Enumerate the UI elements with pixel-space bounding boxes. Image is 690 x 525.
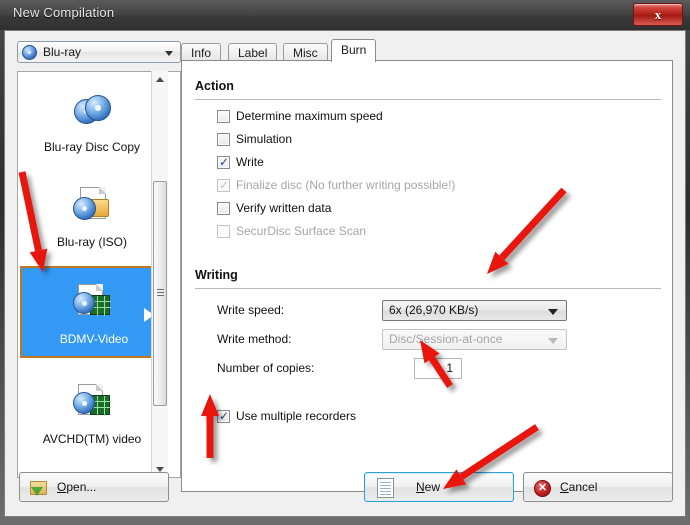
- list-item-label: Blu-ray (ISO): [56, 235, 127, 249]
- open-button-label: Open...: [57, 480, 97, 494]
- check-icon: ✓: [219, 178, 230, 192]
- cancel-button[interactable]: Cancel: [523, 472, 673, 502]
- checkbox-label: Verify written data: [236, 201, 332, 215]
- disc-folder-icon: [72, 185, 112, 225]
- write-speed-label: Write speed:: [217, 303, 285, 317]
- tab-burn[interactable]: Burn: [331, 39, 377, 62]
- write-speed-value: 6x (26,970 KB/s): [389, 303, 479, 317]
- category-combobox[interactable]: Blu-ray: [17, 41, 181, 63]
- number-of-copies-input[interactable]: 1: [414, 358, 462, 379]
- checkbox-box: ✓: [217, 179, 230, 192]
- disc-icon: [22, 45, 37, 60]
- window: New Compilation x Blu-ray Blu-ray Disc C…: [0, 0, 690, 525]
- checkbox-label: Simulation: [236, 132, 293, 146]
- checkbox-box[interactable]: ✓: [217, 410, 230, 423]
- check-icon: ✓: [219, 155, 230, 169]
- list-item-label: Blu-ray Disc Copy: [43, 140, 141, 154]
- number-of-copies-label: Number of copies:: [217, 361, 315, 375]
- burn-tab-panel: Action Determine maximum speed Simulatio…: [181, 60, 673, 492]
- field-write-method: Write method: Disc/Session-at-once: [217, 329, 647, 350]
- checkbox-box[interactable]: [217, 133, 230, 146]
- new-document-icon: [377, 478, 394, 498]
- tab-info[interactable]: Info: [181, 43, 222, 61]
- checkbox-box: [217, 225, 230, 238]
- write-speed-combobox[interactable]: 6x (26,970 KB/s): [382, 300, 567, 321]
- action-group-title: Action: [195, 79, 234, 93]
- scroll-up-icon[interactable]: [152, 71, 168, 88]
- tab-misc[interactable]: Misc: [283, 43, 328, 61]
- field-number-of-copies: Number of copies: 1: [217, 358, 647, 379]
- cancel-button-label: Cancel: [560, 480, 598, 494]
- write-method-combobox: Disc/Session-at-once: [382, 329, 567, 350]
- list-scrollbar[interactable]: [151, 71, 168, 478]
- write-method-value: Disc/Session-at-once: [389, 332, 503, 346]
- title-bar: New Compilation x: [0, 0, 690, 30]
- disc-video-icon: [72, 282, 112, 322]
- open-button[interactable]: Open...: [19, 472, 169, 502]
- open-folder-icon: [30, 479, 49, 496]
- new-button[interactable]: New: [364, 472, 514, 502]
- checkbox-label: Determine maximum speed: [236, 109, 383, 123]
- list-item-bdmv-video[interactable]: BDMV-Video: [20, 266, 164, 358]
- category-value: Blu-ray: [43, 45, 82, 59]
- checkbox-label: SecurDisc Surface Scan: [236, 224, 367, 238]
- new-button-label: New: [416, 480, 441, 494]
- action-group-divider: [195, 99, 661, 100]
- field-write-speed: Write speed: 6x (26,970 KB/s): [217, 300, 647, 321]
- chevron-down-icon: [165, 51, 173, 56]
- scroll-thumb-grip: [157, 288, 164, 298]
- list-item-bluray-iso[interactable]: Blu-ray (ISO): [20, 171, 164, 263]
- chevron-down-icon: [548, 309, 558, 315]
- checkbox-box[interactable]: [217, 202, 230, 215]
- writing-group-title: Writing: [195, 268, 238, 282]
- checkbox-box[interactable]: [217, 110, 230, 123]
- disc-video-icon: [72, 382, 112, 422]
- checkbox-label: Write: [236, 155, 264, 169]
- cancel-circle-icon: [534, 480, 551, 497]
- number-of-copies-value: 1: [446, 361, 453, 375]
- tab-label[interactable]: Label: [228, 43, 278, 61]
- list-item-label: AVCHD(TM) video: [42, 432, 142, 446]
- list-item-bluray-disc-copy[interactable]: Blu-ray Disc Copy: [20, 76, 164, 168]
- dialog-client-area: Blu-ray Blu-ray Disc Copy Blu-ray (ISO) …: [4, 30, 686, 517]
- checkbox-label: Use multiple recorders: [236, 409, 357, 423]
- write-method-label: Write method:: [217, 332, 292, 346]
- list-item-label: BDMV-Video: [59, 332, 129, 346]
- list-item-avchd-video[interactable]: AVCHD(TM) video: [20, 368, 164, 460]
- tab-strip: Info Label Misc Burn: [181, 39, 673, 62]
- checkbox-box[interactable]: ✓: [217, 156, 230, 169]
- checkbox-label: Finalize disc (No further writing possib…: [236, 178, 456, 192]
- close-button[interactable]: x: [633, 3, 683, 26]
- check-icon: ✓: [219, 409, 230, 423]
- writing-group-divider: [195, 288, 661, 289]
- close-icon: x: [654, 7, 662, 22]
- two-discs-icon: [72, 90, 112, 130]
- chevron-down-icon: [548, 338, 558, 344]
- window-title: New Compilation: [13, 5, 115, 20]
- scrollbar-thumb[interactable]: [153, 181, 167, 406]
